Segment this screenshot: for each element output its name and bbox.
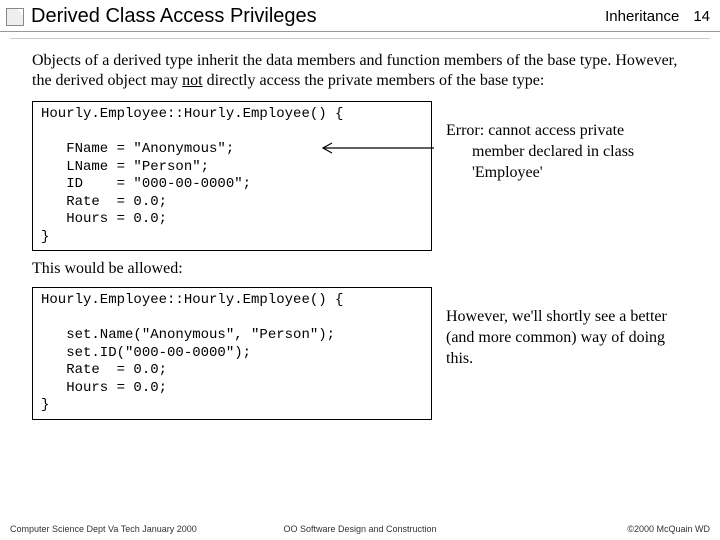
error-line-3: 'Employee' (446, 163, 676, 184)
page-title: Derived Class Access Privileges (31, 5, 317, 28)
code-row-2: Hourly.Employee::Hourly.Employee() { set… (32, 287, 688, 420)
allowed-note: However, we'll shortly see a better (and… (446, 287, 676, 369)
code-row-1: Hourly.Employee::Hourly.Employee() { FNa… (32, 101, 688, 251)
slide-number: 14 (693, 8, 710, 25)
error-line-1: Error: cannot access private (446, 122, 624, 139)
intro-paragraph: Objects of a derived type inherit the da… (32, 51, 688, 91)
code-block-error: Hourly.Employee::Hourly.Employee() { FNa… (32, 101, 432, 251)
code-block-allowed: Hourly.Employee::Hourly.Employee() { set… (32, 287, 432, 420)
page-icon (6, 8, 24, 26)
error-note: Error: cannot access private member decl… (446, 101, 676, 183)
transition-text: This would be allowed: (32, 259, 688, 279)
intro-text-2: directly access the private members of t… (203, 72, 545, 89)
slide-header: Derived Class Access Privileges Inherita… (0, 0, 720, 32)
slide-content: Objects of a derived type inherit the da… (10, 38, 710, 432)
error-line-2: member declared in class (446, 142, 676, 163)
arrow-icon (314, 147, 434, 148)
intro-not-underlined: not (182, 72, 202, 89)
footer-center: OO Software Design and Construction (10, 524, 710, 534)
slide-footer: Computer Science Dept Va Tech January 20… (10, 524, 710, 534)
breadcrumb: Inheritance (605, 8, 679, 25)
